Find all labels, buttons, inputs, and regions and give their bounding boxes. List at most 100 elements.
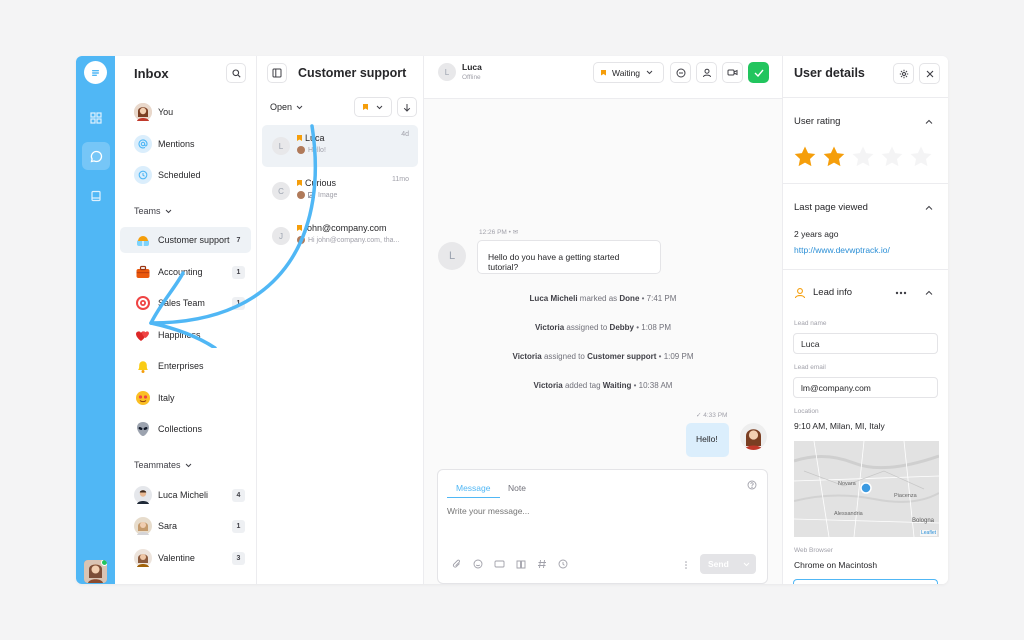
team-item-italy[interactable]: Italy <box>120 385 251 411</box>
location-map[interactable]: Novara Piacenza Bologna Alessandria Leaf… <box>794 441 939 537</box>
panel-button-partial[interactable] <box>793 579 938 584</box>
map-attribution-link[interactable]: Leaflet <box>919 530 937 536</box>
message-composer: Message Note Send <box>437 469 768 584</box>
help-circle-icon[interactable] <box>747 480 757 490</box>
app-logo-icon[interactable] <box>84 61 107 84</box>
user-icon <box>794 288 806 299</box>
avatar <box>134 486 152 504</box>
contact-avatar: L <box>438 63 456 81</box>
activity-event: Victoria assigned to Debby • 1:08 PM <box>534 323 672 332</box>
location-value: 9:10 AM, Milan, MI, Italy <box>794 421 885 431</box>
teammate-label: Valentine <box>158 553 195 563</box>
more-vertical-icon[interactable] <box>684 560 688 570</box>
chevron-up-icon[interactable] <box>924 117 934 127</box>
message-time: 12:26 PM <box>479 229 507 236</box>
send-button[interactable]: Send <box>700 554 756 574</box>
web-browser-label: Web Browser <box>794 547 833 554</box>
arrow-down-icon <box>403 103 411 112</box>
teammates-section-header[interactable]: Teammates <box>134 460 192 470</box>
team-label: Enterprises <box>158 361 204 371</box>
star-empty-icon[interactable] <box>909 145 933 169</box>
sidebar-panel-icon <box>272 68 282 78</box>
map-place-label: Alessandria <box>834 511 863 517</box>
event-action: marked as <box>579 294 618 303</box>
toggle-sidebar-button[interactable] <box>267 63 287 83</box>
article-book-icon[interactable] <box>516 559 526 569</box>
teammate-item-sara[interactable]: Sara 1 <box>120 513 251 539</box>
message-input[interactable] <box>447 506 747 516</box>
team-item-collections[interactable]: Collections <box>120 416 251 442</box>
teammate-item-luca-micheli[interactable]: Luca Micheli 4 <box>120 482 251 508</box>
event-actor: Victoria <box>534 323 565 332</box>
paperclip-icon[interactable] <box>452 559 462 569</box>
status-filter-dropdown[interactable]: Open <box>270 102 303 112</box>
inbox-item-label: You <box>158 107 174 117</box>
clock-icon[interactable] <box>558 559 568 569</box>
more-horizontal-icon[interactable] <box>895 291 907 295</box>
hashtag-icon[interactable] <box>537 559 547 569</box>
map-place-label: Novara <box>838 481 856 487</box>
lead-name-label: Lead name <box>794 320 827 327</box>
event-actor: Victoria <box>512 352 542 361</box>
team-label: Collections <box>158 424 203 434</box>
current-user-avatar[interactable] <box>84 560 107 583</box>
star-empty-icon[interactable] <box>880 145 904 169</box>
inbox-title: Inbox <box>134 66 169 81</box>
search-button[interactable] <box>226 63 246 83</box>
event-target: Done <box>619 294 640 303</box>
star-filled-icon[interactable] <box>822 145 846 169</box>
mark-done-button[interactable] <box>748 62 769 83</box>
event-actor: Victoria <box>533 381 563 390</box>
chevron-up-icon[interactable] <box>924 288 934 298</box>
last-page-url-link[interactable]: http://www.devwptrack.io/ <box>794 245 890 255</box>
agent-avatar <box>740 423 767 450</box>
snooze-button[interactable] <box>670 62 691 83</box>
lead-name-field[interactable]: Luca <box>793 333 938 354</box>
teammate-item-valentine[interactable]: Valentine 3 <box>120 545 251 571</box>
tag-flag-icon <box>601 69 606 76</box>
user-icon <box>702 68 711 77</box>
event-target: Debby <box>609 323 634 332</box>
gif-icon[interactable] <box>494 559 505 569</box>
lead-email-field[interactable]: lm@company.com <box>793 377 938 398</box>
star-filled-icon[interactable] <box>793 145 817 169</box>
event-target: Customer support <box>587 352 657 361</box>
chevron-up-icon[interactable] <box>924 203 934 213</box>
book-icon[interactable] <box>82 182 110 210</box>
emoji-icon[interactable] <box>473 559 483 569</box>
assign-button[interactable] <box>696 62 717 83</box>
star-empty-icon[interactable] <box>851 145 875 169</box>
activity-event: Victoria assigned to Customer support • … <box>512 352 694 361</box>
message-time: 4:33 PM <box>703 412 728 419</box>
teammate-label: Sara <box>158 521 178 531</box>
tag-filter-button[interactable] <box>354 97 392 117</box>
chat-bubble-icon[interactable] <box>82 142 110 170</box>
status-dropdown[interactable]: Waiting <box>593 62 664 83</box>
chevron-down-icon <box>185 463 191 467</box>
send-label: Send <box>708 559 729 569</box>
chevron-down-icon <box>743 562 750 566</box>
event-action: added tag <box>564 381 601 390</box>
dashboard-grid-icon[interactable] <box>82 104 110 132</box>
tab-message[interactable]: Message <box>447 470 500 498</box>
gear-icon <box>899 69 908 78</box>
alien-icon <box>134 420 152 438</box>
bell-icon <box>134 357 152 375</box>
teammate-label: Luca Micheli <box>158 490 209 500</box>
conversation-time: 11mo <box>392 176 409 183</box>
chat-header: L Luca Offline Waiting <box>424 56 782 99</box>
status-dropdown-label: Waiting <box>612 67 641 78</box>
divider <box>783 183 948 184</box>
checkmark-icon <box>754 69 764 77</box>
tab-note[interactable]: Note <box>508 483 526 493</box>
event-actor: Luca Micheli <box>529 294 578 303</box>
settings-button[interactable] <box>893 63 914 84</box>
sort-button[interactable] <box>397 97 417 117</box>
contact-status: Offline <box>462 74 481 81</box>
team-item-enterprises[interactable]: Enterprises <box>120 353 251 379</box>
event-time: 1:08 PM <box>641 323 672 332</box>
last-page-time: 2 years ago <box>794 229 839 239</box>
video-call-button[interactable] <box>722 62 743 83</box>
last-page-viewed-title: Last page viewed <box>794 202 868 213</box>
close-button[interactable] <box>919 63 940 84</box>
